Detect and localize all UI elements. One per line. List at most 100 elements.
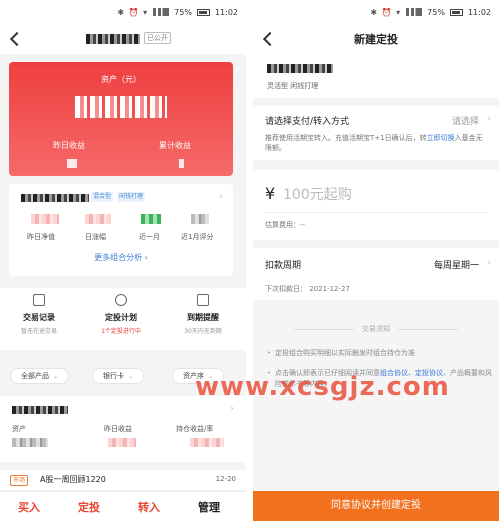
signal-icon bbox=[153, 8, 170, 16]
quick-item-trade-records[interactable]: 交易记录 暂无在途交易 bbox=[4, 294, 74, 335]
transfer-in-button[interactable]: 转入 bbox=[138, 499, 160, 515]
accumulated-earnings-redacted bbox=[179, 159, 184, 168]
estimated-fee: 估算费用：-- bbox=[265, 221, 306, 229]
notice-title-text: 交易须知 bbox=[362, 325, 390, 333]
signal-icon bbox=[406, 8, 423, 16]
deduction-cycle-row[interactable]: 扣款周期 每周星期一 › 下次扣款日： 2021-12-27 bbox=[253, 248, 499, 300]
market-notice[interactable]: 市场 A股一周回顾1220 12-20 bbox=[0, 470, 246, 490]
quick-item-title: 定投计划 bbox=[105, 313, 137, 322]
quick-item-expiry-reminder[interactable]: 到期提醒 30天内无到期 bbox=[168, 294, 238, 335]
chevron-right-icon: › bbox=[487, 114, 491, 124]
metric-value-redacted bbox=[141, 214, 161, 224]
document-icon bbox=[33, 294, 45, 306]
back-arrow-icon[interactable] bbox=[8, 31, 24, 47]
left-screen: ✱ ⏰ ▾ 75% 11:02 已公开 资产（元） 昨日收益 累计收益 混合型 … bbox=[0, 0, 246, 521]
filter-all-products[interactable]: 全部产品 ⌄ bbox=[10, 368, 70, 384]
holding-item[interactable]: › 资产 昨日收益 持仓收益/率 bbox=[0, 396, 246, 462]
yesterday-earnings-label: 昨日收益 bbox=[53, 141, 85, 150]
metric-value-redacted bbox=[31, 214, 59, 224]
accumulated-earnings-label: 累计收益 bbox=[159, 141, 191, 150]
cycle-title: 扣款周期 bbox=[265, 261, 302, 271]
payment-method-select[interactable]: 请选择 bbox=[452, 114, 479, 127]
quick-actions: 交易记录 暂无在途交易 定投计划 1个定投进行中 到期提醒 30天内无到期 bbox=[0, 288, 246, 350]
switch-now-link[interactable]: 立即切换 bbox=[427, 134, 455, 142]
status-icons: ✱ ⏰ ▾ bbox=[370, 7, 402, 17]
status-bar: ✱ ⏰ ▾ 75% 11:02 bbox=[253, 0, 499, 24]
metric-value-redacted bbox=[85, 214, 111, 224]
clock-icon bbox=[115, 294, 127, 306]
payment-method-row[interactable]: 请选择支付/转入方式 请选择 › 推荐使用活期宝转入。充值活期宝T+1日确认后，… bbox=[253, 106, 499, 160]
right-navbar: 新建定投 bbox=[253, 24, 499, 54]
status-time: 11:02 bbox=[214, 7, 238, 17]
auto-invest-button[interactable]: 定投 bbox=[78, 499, 100, 515]
notice-date: 12-20 bbox=[215, 475, 236, 483]
status-bar: ✱ ⏰ ▾ 75% 11:02 bbox=[0, 0, 246, 24]
status-icons: ✱ ⏰ ▾ bbox=[117, 7, 149, 17]
more-analysis-link[interactable]: 更多组合分析 › bbox=[9, 252, 233, 263]
holding-value-redacted bbox=[108, 438, 136, 447]
metric-label: 近一月 bbox=[139, 233, 160, 241]
divider bbox=[265, 212, 487, 213]
fund-style-tag: 闲钱打理 bbox=[117, 192, 146, 202]
yesterday-earnings-redacted bbox=[67, 159, 77, 168]
buy-button[interactable]: 买入 bbox=[18, 499, 40, 515]
chevron-down-icon: ⌄ bbox=[128, 373, 134, 380]
metric-label: 日涨幅 bbox=[85, 233, 106, 241]
portfolio-name-redacted bbox=[86, 34, 140, 44]
chevron-right-icon: › bbox=[219, 192, 223, 202]
payment-method-title: 请选择支付/转入方式 bbox=[265, 117, 350, 127]
desc-text: 推荐使用活期宝转入。充值活期宝T+1日确认后，转 bbox=[265, 134, 427, 142]
fund-name-redacted bbox=[21, 194, 89, 202]
metric-value-redacted bbox=[191, 214, 209, 224]
amount-section: ¥ 估算费用：-- bbox=[253, 170, 499, 240]
bottom-action-bar: 买入 定投 转入 管理 bbox=[0, 491, 246, 521]
quick-item-title: 到期提醒 bbox=[187, 313, 219, 322]
metric-label: 昨日净值 bbox=[27, 233, 55, 241]
quick-item-sub: 30天内无到期 bbox=[184, 328, 222, 335]
page-title: 新建定投 bbox=[354, 33, 398, 46]
fund-name-redacted bbox=[267, 64, 333, 73]
chevron-down-icon: ⌄ bbox=[53, 373, 59, 380]
market-tag: 市场 bbox=[10, 475, 29, 486]
fund-type-tag: 混合型 bbox=[91, 192, 114, 202]
metric-label: 近1月评分 bbox=[181, 233, 214, 241]
filter-label: 银行卡 bbox=[103, 372, 124, 380]
next-deduction-date: 下次扣款日： 2021-12-27 bbox=[265, 285, 350, 293]
holding-value-redacted bbox=[12, 438, 48, 447]
fund-card[interactable]: 混合型 闲钱打理 › 昨日净值 日涨幅 近一月 近1月评分 更多组合分析 › bbox=[9, 184, 233, 276]
battery-icon bbox=[196, 8, 210, 16]
alarm-icon bbox=[197, 294, 209, 306]
left-navbar: 已公开 bbox=[0, 24, 246, 54]
right-screen: ✱ ⏰ ▾ 75% 11:02 新建定投 灵活型 闲钱打理 请选择支付/转入方式… bbox=[253, 0, 499, 521]
quick-item-sub: 暂无在途交易 bbox=[20, 328, 57, 335]
status-time: 11:02 bbox=[467, 7, 491, 17]
payment-method-desc: 推荐使用活期宝转入。充值活期宝T+1日确认后，转立即切换入基金无限额。 bbox=[265, 133, 489, 153]
more-analysis-label: 更多组合分析 bbox=[94, 253, 143, 262]
holding-value-redacted bbox=[190, 438, 224, 447]
holding-label: 昨日收益 bbox=[104, 425, 132, 433]
amount-input[interactable] bbox=[283, 186, 433, 204]
holding-name-redacted bbox=[12, 406, 68, 414]
manage-button[interactable]: 管理 bbox=[198, 499, 220, 515]
trade-note: 定投组合购买明细以实际触发时组合持仓为准 bbox=[267, 348, 493, 359]
battery-icon bbox=[449, 8, 463, 16]
panel-separator bbox=[246, 0, 253, 521]
selected-fund: 灵活型 闲钱打理 bbox=[253, 54, 499, 98]
filter-label: 全部产品 bbox=[21, 372, 49, 380]
asset-card: 资产（元） 昨日收益 累计收益 bbox=[9, 62, 233, 176]
quick-item-title: 交易记录 bbox=[23, 313, 55, 322]
quick-item-investment-plan[interactable]: 定投计划 1个定投进行中 bbox=[86, 294, 156, 335]
asset-value-redacted bbox=[75, 96, 167, 118]
notice-text: A股一周回顾1220 bbox=[40, 475, 106, 484]
public-badge: 已公开 bbox=[144, 32, 171, 44]
battery-percent: 75% bbox=[174, 7, 192, 17]
chevron-right-icon: › bbox=[487, 258, 491, 268]
cycle-value[interactable]: 每周星期一 bbox=[434, 258, 479, 271]
chevron-right-icon: › bbox=[230, 404, 234, 414]
filter-bank-card[interactable]: 银行卡 ⌄ bbox=[92, 368, 145, 384]
trade-notice-title: 交易须知 bbox=[253, 324, 499, 334]
agree-create-button[interactable]: 同意协议并创建定投 bbox=[253, 491, 499, 521]
holding-label: 持仓收益/率 bbox=[176, 425, 214, 433]
currency-symbol: ¥ bbox=[265, 184, 276, 203]
battery-percent: 75% bbox=[427, 7, 445, 17]
